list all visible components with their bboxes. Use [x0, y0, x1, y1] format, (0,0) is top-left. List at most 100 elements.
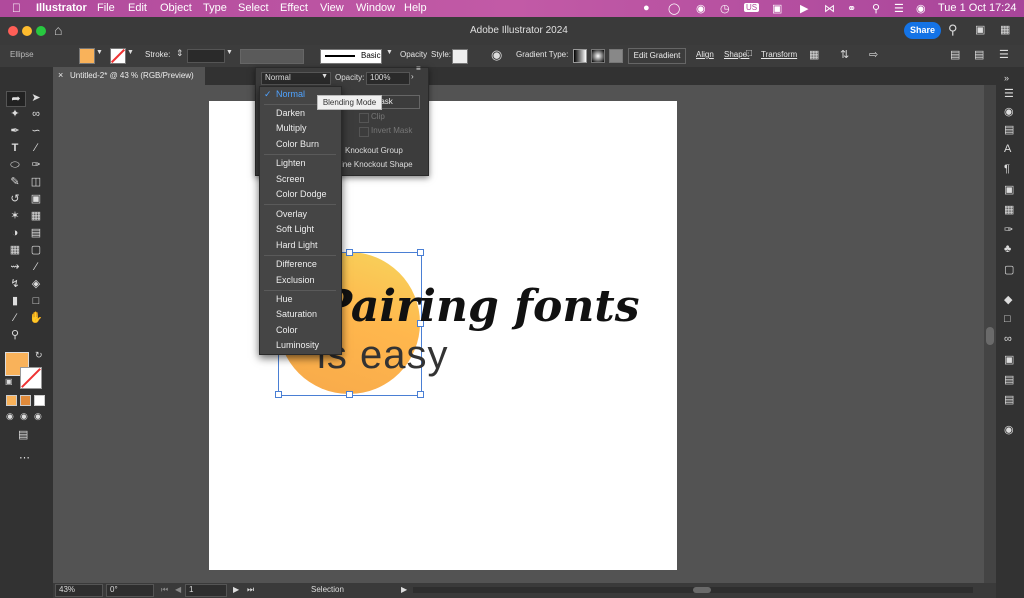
- collapse-panels-icon[interactable]: »: [1004, 73, 1009, 83]
- blend-option-lighten[interactable]: Lighten: [276, 158, 306, 168]
- blend-mode-select[interactable]: Normal ▼: [261, 72, 331, 85]
- chevron-down-icon[interactable]: ▼: [96, 49, 103, 56]
- prev-artboard-icon[interactable]: ◀: [175, 585, 181, 594]
- share-button[interactable]: Share: [904, 22, 941, 39]
- align-link[interactable]: Align: [696, 50, 714, 59]
- radial-gradient-button[interactable]: [591, 49, 605, 63]
- type-tool-icon[interactable]: T: [6, 141, 24, 155]
- select-similar-icon[interactable]: ⇨: [869, 48, 878, 61]
- gradient-mode-icon[interactable]: [20, 395, 31, 406]
- line-tool-icon[interactable]: ∕: [27, 141, 45, 155]
- blend-option-hard-light[interactable]: Hard Light: [276, 240, 318, 250]
- scroll-thumb[interactable]: [693, 587, 711, 593]
- layers-panel-icon[interactable]: ◆: [1004, 293, 1012, 306]
- transparency-panel-icon[interactable]: ◉: [1004, 423, 1014, 436]
- chevron-down-icon[interactable]: ▼: [386, 49, 393, 56]
- lasso-icon[interactable]: ∞: [27, 107, 45, 121]
- menu-edit[interactable]: Edit: [128, 2, 147, 14]
- freeform-gradient-button[interactable]: [609, 49, 623, 63]
- curvature-tool-icon[interactable]: ∽: [27, 124, 45, 138]
- last-artboard-icon[interactable]: ⏭: [247, 585, 254, 595]
- bluetooth-icon[interactable]: ⋈: [824, 2, 835, 15]
- camera-icon[interactable]: ▣: [772, 2, 782, 15]
- panel-menu-icon[interactable]: ≡: [416, 64, 421, 73]
- blend-option-color[interactable]: Color: [276, 325, 298, 335]
- properties-panel-icon[interactable]: ☰: [1004, 87, 1014, 100]
- magic-wand-icon[interactable]: ✦: [6, 107, 24, 121]
- blend-option-saturation[interactable]: Saturation: [276, 309, 317, 319]
- rotate-tool-icon[interactable]: ↺: [6, 192, 24, 206]
- blend-option-exclusion[interactable]: Exclusion: [276, 275, 315, 285]
- search-icon[interactable]: ⚲: [948, 22, 958, 38]
- symbols-panel-icon[interactable]: ♣: [1004, 243, 1011, 255]
- edit-gradient-button[interactable]: Edit Gradient: [628, 48, 686, 64]
- chevron-down-icon[interactable]: ▼: [226, 49, 233, 56]
- default-colors-icon[interactable]: ▣: [5, 377, 13, 386]
- workspace-icon[interactable]: ▦: [1000, 23, 1010, 36]
- menu-file[interactable]: File: [97, 2, 115, 14]
- blend-tool-icon[interactable]: ↯: [6, 277, 24, 291]
- selection-tool-icon[interactable]: ➦: [6, 91, 26, 107]
- gradient-tool-icon[interactable]: ▢: [27, 243, 45, 257]
- direct-selection-tool-icon[interactable]: ➤: [27, 91, 45, 105]
- scroll-thumb[interactable]: [986, 327, 994, 345]
- selection-handle[interactable]: [417, 249, 424, 256]
- status-menu-icon[interactable]: ▶: [401, 585, 407, 594]
- clock-text[interactable]: Tue 1 Oct 17:24: [938, 2, 1016, 14]
- artboard-tool-icon[interactable]: □: [27, 294, 45, 308]
- stroke-swatch[interactable]: [110, 48, 126, 64]
- zoom-window-button[interactable]: [36, 26, 46, 36]
- chevron-right-icon[interactable]: ›: [411, 72, 414, 81]
- menu-effect[interactable]: Effect: [280, 2, 308, 14]
- recolor-icon[interactable]: ◉: [491, 47, 502, 63]
- blend-option-luminosity[interactable]: Luminosity: [276, 340, 319, 350]
- vertical-scrollbar[interactable]: [984, 85, 996, 583]
- menu-view[interactable]: View: [320, 2, 344, 14]
- free-transform-icon[interactable]: ▦: [27, 209, 45, 223]
- blend-option-color-dodge[interactable]: Color Dodge: [276, 189, 327, 199]
- ellipse-tool-icon[interactable]: ⬭: [6, 158, 24, 172]
- perspective-grid-icon[interactable]: ▤: [27, 226, 45, 240]
- opacity-field[interactable]: 100%: [366, 72, 410, 85]
- brushes-panel-icon[interactable]: ✑: [1004, 223, 1013, 236]
- blend-option-hue[interactable]: Hue: [276, 294, 293, 304]
- blend-option-soft-light[interactable]: Soft Light: [276, 224, 314, 234]
- swap-colors-icon[interactable]: ↻: [35, 350, 43, 361]
- minimize-window-button[interactable]: [22, 26, 32, 36]
- opentype-panel-icon[interactable]: ▣: [1004, 183, 1014, 196]
- chevron-down-icon[interactable]: ▼: [127, 49, 134, 56]
- opacity-label[interactable]: Opacity: [400, 50, 427, 59]
- none-mode-icon[interactable]: [34, 395, 45, 406]
- stroke-color-box[interactable]: [20, 367, 42, 389]
- hand-tool-icon[interactable]: ✋: [27, 311, 45, 325]
- appearance-panel-icon[interactable]: ▤: [1004, 123, 1014, 136]
- blend-option-color-burn[interactable]: Color Burn: [276, 139, 319, 149]
- gradient-panel-icon[interactable]: ▢: [1004, 263, 1014, 276]
- selection-handle[interactable]: [275, 391, 282, 398]
- menu-icon[interactable]: ☰: [999, 48, 1009, 61]
- selection-handle[interactable]: [346, 249, 353, 256]
- zoom-tool-icon[interactable]: ⚲: [6, 328, 24, 342]
- home-icon[interactable]: ⌂: [54, 22, 62, 38]
- variable-width-profile[interactable]: [240, 49, 304, 64]
- eraser-icon[interactable]: ◫: [27, 175, 45, 189]
- menu-object[interactable]: Object: [160, 2, 192, 14]
- wifi-icon[interactable]: ⚭: [847, 2, 856, 15]
- shaper-tool-icon[interactable]: ✎: [6, 175, 24, 189]
- next-artboard-icon[interactable]: ▶: [233, 585, 239, 594]
- play-icon[interactable]: ▶: [800, 2, 808, 15]
- menu-help[interactable]: Help: [404, 2, 427, 14]
- blend-option-normal[interactable]: Normal: [276, 89, 305, 99]
- google-icon[interactable]: ●: [643, 2, 650, 14]
- horizontal-scrollbar[interactable]: [413, 587, 973, 593]
- measure-icon[interactable]: ∕: [27, 260, 45, 274]
- panel-layout-icon[interactable]: ▣: [975, 23, 985, 36]
- transform-panel-icon[interactable]: ▤: [1004, 373, 1014, 386]
- app-menu[interactable]: Illustrator: [36, 2, 87, 14]
- zoom-field[interactable]: 43%: [55, 584, 103, 597]
- blend-option-darken[interactable]: Darken: [276, 108, 305, 118]
- screen-mode-icon[interactable]: ▤: [18, 428, 28, 441]
- invert-mask-checkbox[interactable]: [359, 127, 369, 137]
- input-source-badge[interactable]: US: [744, 3, 760, 12]
- links-panel-icon[interactable]: ∞: [1004, 333, 1012, 345]
